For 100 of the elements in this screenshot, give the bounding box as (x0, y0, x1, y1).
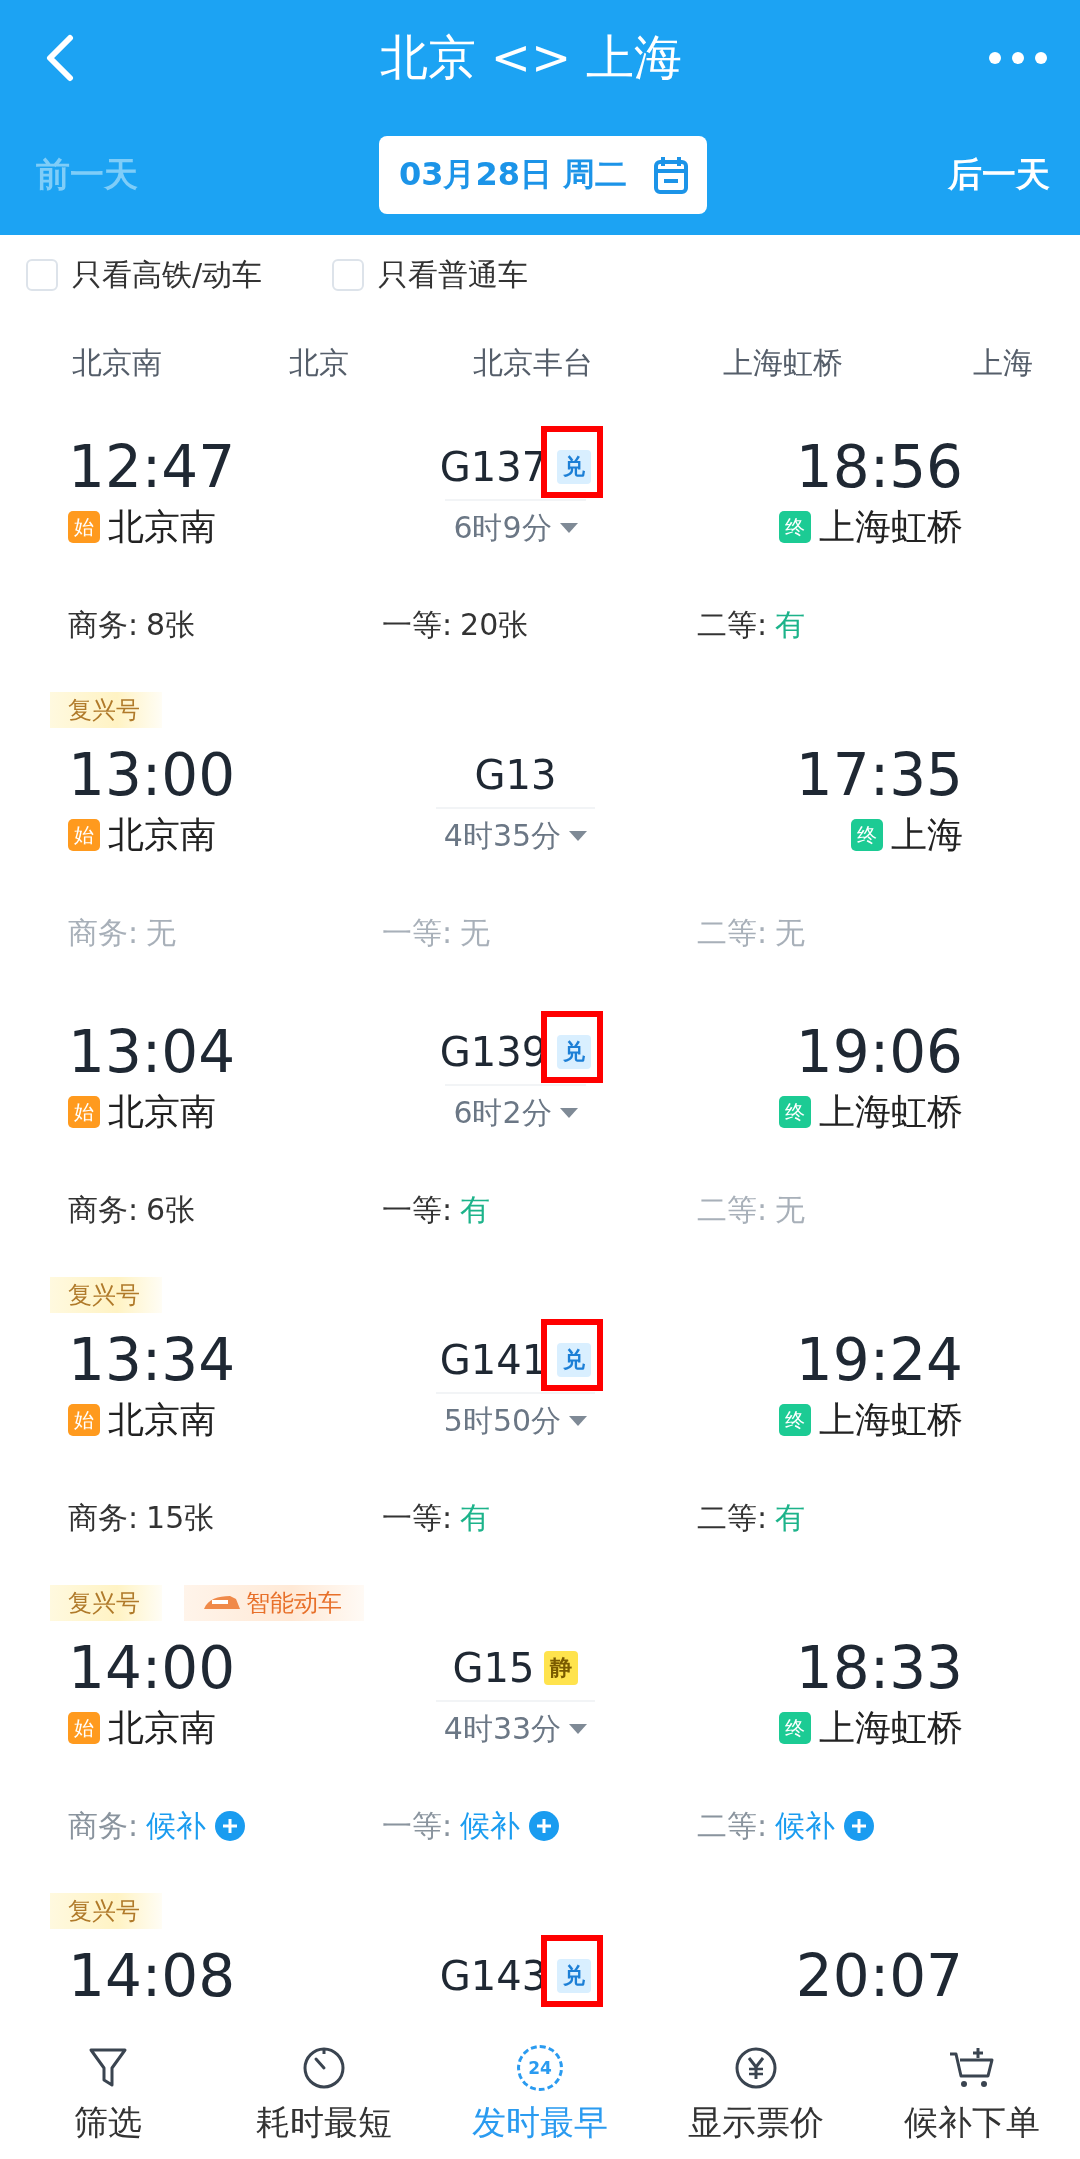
arrival-time: 17:35 (795, 743, 963, 807)
exchange-badge: 兑 (557, 1959, 592, 1993)
caret-icon (569, 1724, 588, 1734)
terminal-mark: 终 (779, 1404, 811, 1436)
caret-icon (569, 1416, 588, 1426)
duration-dropdown[interactable]: 6时9分 (445, 499, 586, 555)
tab[interactable]: 显示票价 (648, 2030, 864, 2159)
origin-mark: 始 (68, 1712, 100, 1744)
caret-icon (559, 523, 578, 533)
train-number[interactable]: G137 (439, 444, 548, 490)
train-number[interactable]: G13 (474, 752, 557, 798)
seat-availability: 8张 (146, 605, 196, 644)
departure-time: 12:47 (68, 435, 237, 499)
back-icon[interactable] (44, 33, 74, 82)
arrival-time: 19:24 (795, 1328, 963, 1392)
smart-train-tag: 智能动车 (184, 1585, 364, 1621)
seat-class: 一等: (382, 1190, 453, 1229)
origin-mark: 始 (68, 819, 100, 851)
duration-dropdown[interactable]: 6时2分 (445, 1084, 586, 1140)
exchange-badge: 兑 (557, 450, 592, 484)
departure-station: 北京南 (108, 1089, 216, 1134)
timer-icon (302, 2045, 346, 2090)
seat-availability: 无 (775, 1190, 806, 1229)
seat-availability: 有 (460, 1190, 491, 1229)
seat-availability: 有 (460, 1498, 491, 1537)
seat-class: 商务: (68, 605, 139, 644)
departure-time: 14:08 (68, 1944, 237, 2008)
seat-class: 二等: (697, 1498, 768, 1537)
seat-class: 商务: (68, 1190, 139, 1229)
departure-time: 13:34 (68, 1328, 237, 1392)
seat-availability: 有 (775, 1498, 806, 1537)
terminal-mark: 终 (779, 1712, 811, 1744)
train-number[interactable]: G15 (452, 1645, 535, 1691)
arrival-time: 18:56 (795, 435, 963, 499)
train-type-tag: 复兴号 (50, 692, 162, 728)
exchange-badge: 兑 (557, 1035, 592, 1069)
arrival-station: 上海 (891, 812, 963, 857)
arrival-time: 20:07 (795, 1944, 963, 2008)
seat-availability: 6张 (146, 1190, 196, 1229)
station-filter[interactable]: 北京 (289, 343, 349, 384)
quiet-badge: 静 (544, 1651, 579, 1685)
terminal-mark: 终 (779, 1096, 811, 1128)
arrival-time: 19:06 (795, 1020, 963, 1084)
arrival-station: 上海虹桥 (819, 1705, 963, 1750)
train-type-tag: 复兴号 (50, 1277, 162, 1313)
cart-icon (948, 2045, 996, 2090)
seat-class: 一等: (382, 1806, 453, 1845)
add-icon[interactable] (843, 1810, 876, 1842)
checkbox[interactable] (26, 259, 58, 291)
departure-station: 北京南 (108, 1397, 216, 1442)
origin-mark: 始 (68, 511, 100, 543)
seat-class: 一等: (382, 1498, 453, 1537)
station-filter[interactable]: 北京丰台 (473, 343, 593, 384)
add-icon[interactable] (214, 1810, 247, 1842)
train-type-tag: 复兴号 (50, 1893, 162, 1929)
seat-availability: 20张 (460, 605, 529, 644)
caret-icon (569, 831, 588, 841)
duration-dropdown[interactable]: 4时33分 (435, 1700, 596, 1756)
seat-availability: 有 (775, 605, 806, 644)
arrival-station: 上海虹桥 (819, 504, 963, 549)
tab[interactable]: 候补下单 (864, 2030, 1080, 2159)
seat-class: 一等: (382, 605, 453, 644)
terminal-mark: 终 (779, 511, 811, 543)
origin-mark: 始 (68, 1096, 100, 1128)
seat-availability: 15张 (146, 1498, 215, 1537)
terminal-mark: 终 (851, 819, 883, 851)
tab[interactable]: 筛选 (0, 2030, 216, 2159)
seat-class: 二等: (697, 1190, 768, 1229)
station-filter[interactable]: 上海虹桥 (723, 343, 843, 384)
caret-icon (559, 1108, 578, 1118)
station-filter[interactable]: 上海 (973, 343, 1033, 384)
departure-time: 14:00 (68, 1636, 237, 1700)
add-icon[interactable] (528, 1810, 561, 1842)
train-type-tag: 复兴号 (50, 1585, 162, 1621)
departure-station: 北京南 (108, 504, 216, 549)
clock-icon: 24 (517, 2044, 563, 2091)
seat-availability: 无 (146, 913, 177, 952)
station-filter[interactable]: 北京南 (72, 343, 162, 384)
seat-class: 商务: (68, 1806, 139, 1845)
more-icon[interactable] (988, 50, 1048, 65)
train-number[interactable]: G141 (439, 1337, 548, 1383)
exchange-badge: 兑 (557, 1343, 592, 1377)
arrival-station: 上海虹桥 (819, 1089, 963, 1134)
seat-class: 商务: (68, 913, 139, 952)
departure-time: 13:04 (68, 1020, 237, 1084)
checkbox-label: 只看高铁/动车 (72, 255, 263, 294)
filter-icon (88, 2046, 128, 2089)
tab[interactable]: 耗时最短 (216, 2030, 432, 2159)
duration-dropdown[interactable]: 5时50分 (435, 1392, 596, 1448)
calendar-icon (653, 155, 690, 195)
seat-class: 商务: (68, 1498, 139, 1537)
seat-class: 二等: (697, 913, 768, 952)
train-number[interactable]: G143 (439, 1953, 548, 1999)
seat-availability: 无 (460, 913, 491, 952)
duration-dropdown[interactable]: 4时35分 (435, 807, 596, 863)
seat-class: 一等: (382, 913, 453, 952)
checkbox[interactable] (332, 259, 365, 291)
arrival-station: 上海虹桥 (819, 1397, 963, 1442)
arrival-time: 18:33 (795, 1636, 963, 1700)
date-text: 03月28日 周二 (398, 154, 628, 195)
